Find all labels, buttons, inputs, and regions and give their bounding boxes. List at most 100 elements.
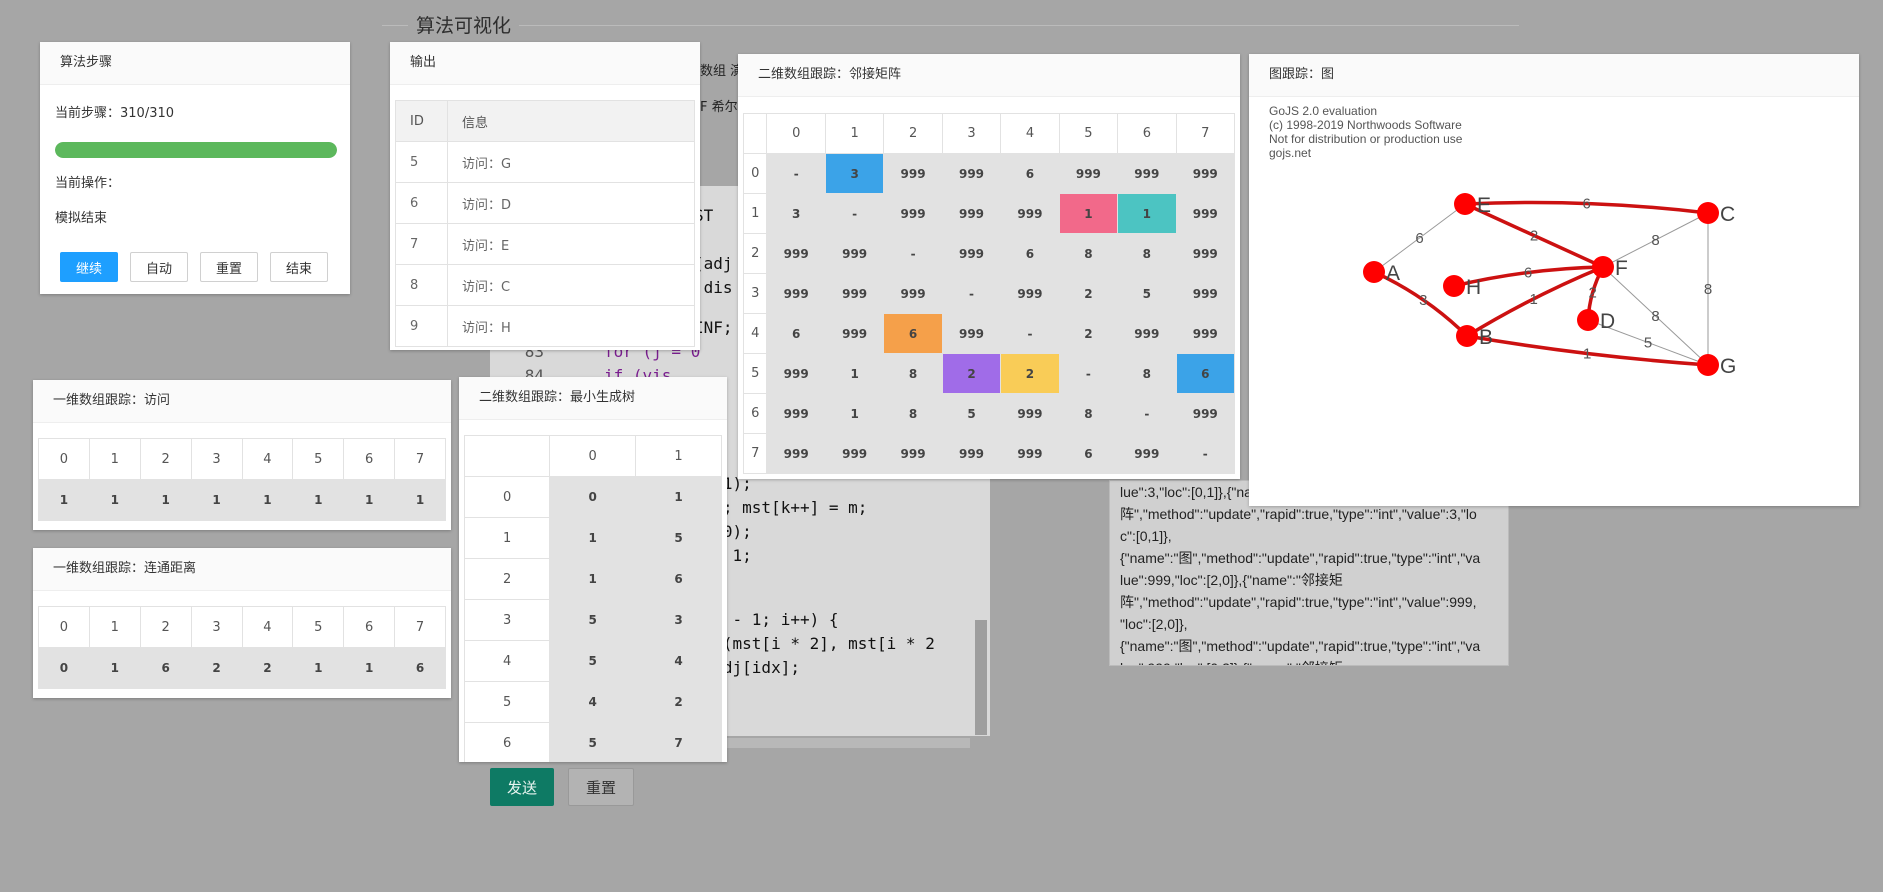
matrix-cell: 1 xyxy=(824,353,885,394)
matrix-cell: 2 xyxy=(1058,313,1119,354)
progress-fill xyxy=(55,142,337,158)
table-row: 454 xyxy=(463,640,722,682)
matrix-cell: 999 xyxy=(1175,153,1236,194)
corner-cell xyxy=(463,435,551,477)
node-label: G xyxy=(1720,355,1736,378)
panel-title: 二维数组跟踪：最小生成树 xyxy=(459,377,727,420)
graph-node[interactable] xyxy=(1443,275,1465,297)
table-row: 216 xyxy=(463,558,722,600)
graph-node[interactable] xyxy=(1454,193,1476,215)
value-cell: 1 xyxy=(88,479,141,521)
editor-vertical-scrollbar[interactable] xyxy=(975,620,987,735)
index-cell: 1 xyxy=(88,606,141,648)
value-cell: 6 xyxy=(139,647,192,689)
index-cell: 2 xyxy=(139,606,192,648)
graph-node[interactable] xyxy=(1577,309,1599,331)
value-cell: 1 xyxy=(190,479,243,521)
graph-canvas[interactable]: 6 6 2 8 8 6 3 1 2 8 5 1 A B C D E F G H xyxy=(1249,96,1859,506)
matrix-cell: 999 xyxy=(824,313,885,354)
row-index-cell: 3 xyxy=(463,599,551,641)
table-cell: 访问：D xyxy=(447,182,695,224)
matrix-cell: 6 xyxy=(635,558,722,600)
graph-node[interactable] xyxy=(1697,354,1719,376)
reset-steps-button[interactable]: 重置 xyxy=(200,252,258,282)
table-row: 0-3 999 999 6 999 999 999 xyxy=(742,153,1236,194)
matrix-cell: 6 xyxy=(766,313,826,354)
index-cell: 3 xyxy=(190,606,243,648)
table-cell: 访问：G xyxy=(447,141,695,183)
value-cell: 1 xyxy=(292,647,345,689)
index-cell: 4 xyxy=(241,438,294,480)
table-row: 3 999 999 999-999 2 5 999 xyxy=(742,273,1236,314)
matrix-cell: 999 xyxy=(941,313,1002,354)
column-header: 信息 xyxy=(447,100,695,142)
table-cell: 访问：C xyxy=(447,264,695,306)
reset-button[interactable]: 重置 xyxy=(568,768,634,806)
end-button[interactable]: 结束 xyxy=(270,252,328,282)
row-index-cell: 6 xyxy=(463,722,551,762)
row-index-cell: 4 xyxy=(463,640,551,682)
edge-weight-label: 2 xyxy=(1530,228,1538,245)
index-cell: 1 xyxy=(88,438,141,480)
matrix-cell: 6 xyxy=(1000,153,1060,194)
auto-button[interactable]: 自动 xyxy=(130,252,188,282)
column-index-cell: 1 xyxy=(824,113,885,154)
table-row: 001 xyxy=(463,476,722,518)
event-log-textarea[interactable]: lue":3,"loc":[0,1]},{"na 阵","method":"upd… xyxy=(1109,480,1509,666)
graph-node[interactable] xyxy=(1697,202,1719,224)
log-line: c":[0,1]}, xyxy=(1120,528,1172,544)
edge-weight-label: 8 xyxy=(1704,281,1712,298)
algorithm-steps-panel: 算法步骤 当前步骤：310/310 当前操作： 模拟结束 继续 自动 重置 结束 xyxy=(40,42,350,294)
index-row: 01234567 xyxy=(38,606,446,648)
index-cell: 0 xyxy=(38,606,90,648)
matrix-cell: 4 xyxy=(549,681,637,723)
table-cell: 8 xyxy=(395,264,448,306)
node-label: C xyxy=(1720,203,1735,226)
matrix-cell: 5 xyxy=(1117,273,1177,314)
matrix-cell: 1 xyxy=(549,517,637,559)
node-label: F xyxy=(1615,257,1628,280)
matrix-cell: 999 xyxy=(941,153,1002,194)
graph-node[interactable] xyxy=(1456,325,1478,347)
index-cell: 5 xyxy=(292,438,345,480)
column-index-cell: 1 xyxy=(635,435,722,477)
continue-button[interactable]: 继续 xyxy=(60,252,118,282)
row-index-cell: 4 xyxy=(742,313,768,354)
highlighted-cell: 2 xyxy=(941,353,1002,394)
table-row: 4 6 999 6 999-2 999 999 xyxy=(742,313,1236,354)
matrix-cell: 999 xyxy=(1058,153,1119,194)
matrix-cell: 999 xyxy=(1175,273,1236,314)
graph-node[interactable] xyxy=(1363,261,1385,283)
panel-title: 一维数组跟踪：访问 xyxy=(33,380,451,423)
log-line: "loc":[2,0]}, xyxy=(1120,616,1188,632)
edge-weight-label: 6 xyxy=(1415,230,1423,247)
row-index-cell: 1 xyxy=(463,517,551,559)
table-row: 5 999 1 8 2 2-8 6 xyxy=(742,353,1236,394)
matrix-cell: 999 xyxy=(766,273,826,314)
matrix-cell: 999 xyxy=(941,233,1002,274)
column-index-cell: 5 xyxy=(1058,113,1119,154)
edge-weight-label: 8 xyxy=(1651,308,1659,325)
edge-weight-label: 1 xyxy=(1583,345,1591,362)
value-cell: 6 xyxy=(394,647,446,689)
table-cell: 7 xyxy=(395,223,448,265)
matrix-cell: 999 xyxy=(766,353,826,394)
background-text: F 希尔 xyxy=(700,100,738,115)
graph-node[interactable] xyxy=(1592,256,1614,278)
send-button[interactable]: 发送 xyxy=(490,768,554,806)
matrix-cell: 999 xyxy=(883,273,943,314)
table-row: 9 访问：H xyxy=(395,305,695,347)
index-cell: 7 xyxy=(394,606,446,648)
column-index-cell: 0 xyxy=(549,435,637,477)
index-row: 01234567 xyxy=(38,438,446,480)
value-cell: 1 xyxy=(241,479,294,521)
matrix-cell: 999 xyxy=(1175,313,1236,354)
matrix-cell: 999 xyxy=(1175,193,1236,234)
index-cell: 4 xyxy=(241,606,294,648)
value-cell: 1 xyxy=(139,479,192,521)
table-cell: 5 xyxy=(395,141,448,183)
matrix-cell: 999 xyxy=(883,193,943,234)
title-divider xyxy=(382,25,1519,26)
matrix-cell: 999 xyxy=(883,153,943,194)
index-cell: 5 xyxy=(292,606,345,648)
